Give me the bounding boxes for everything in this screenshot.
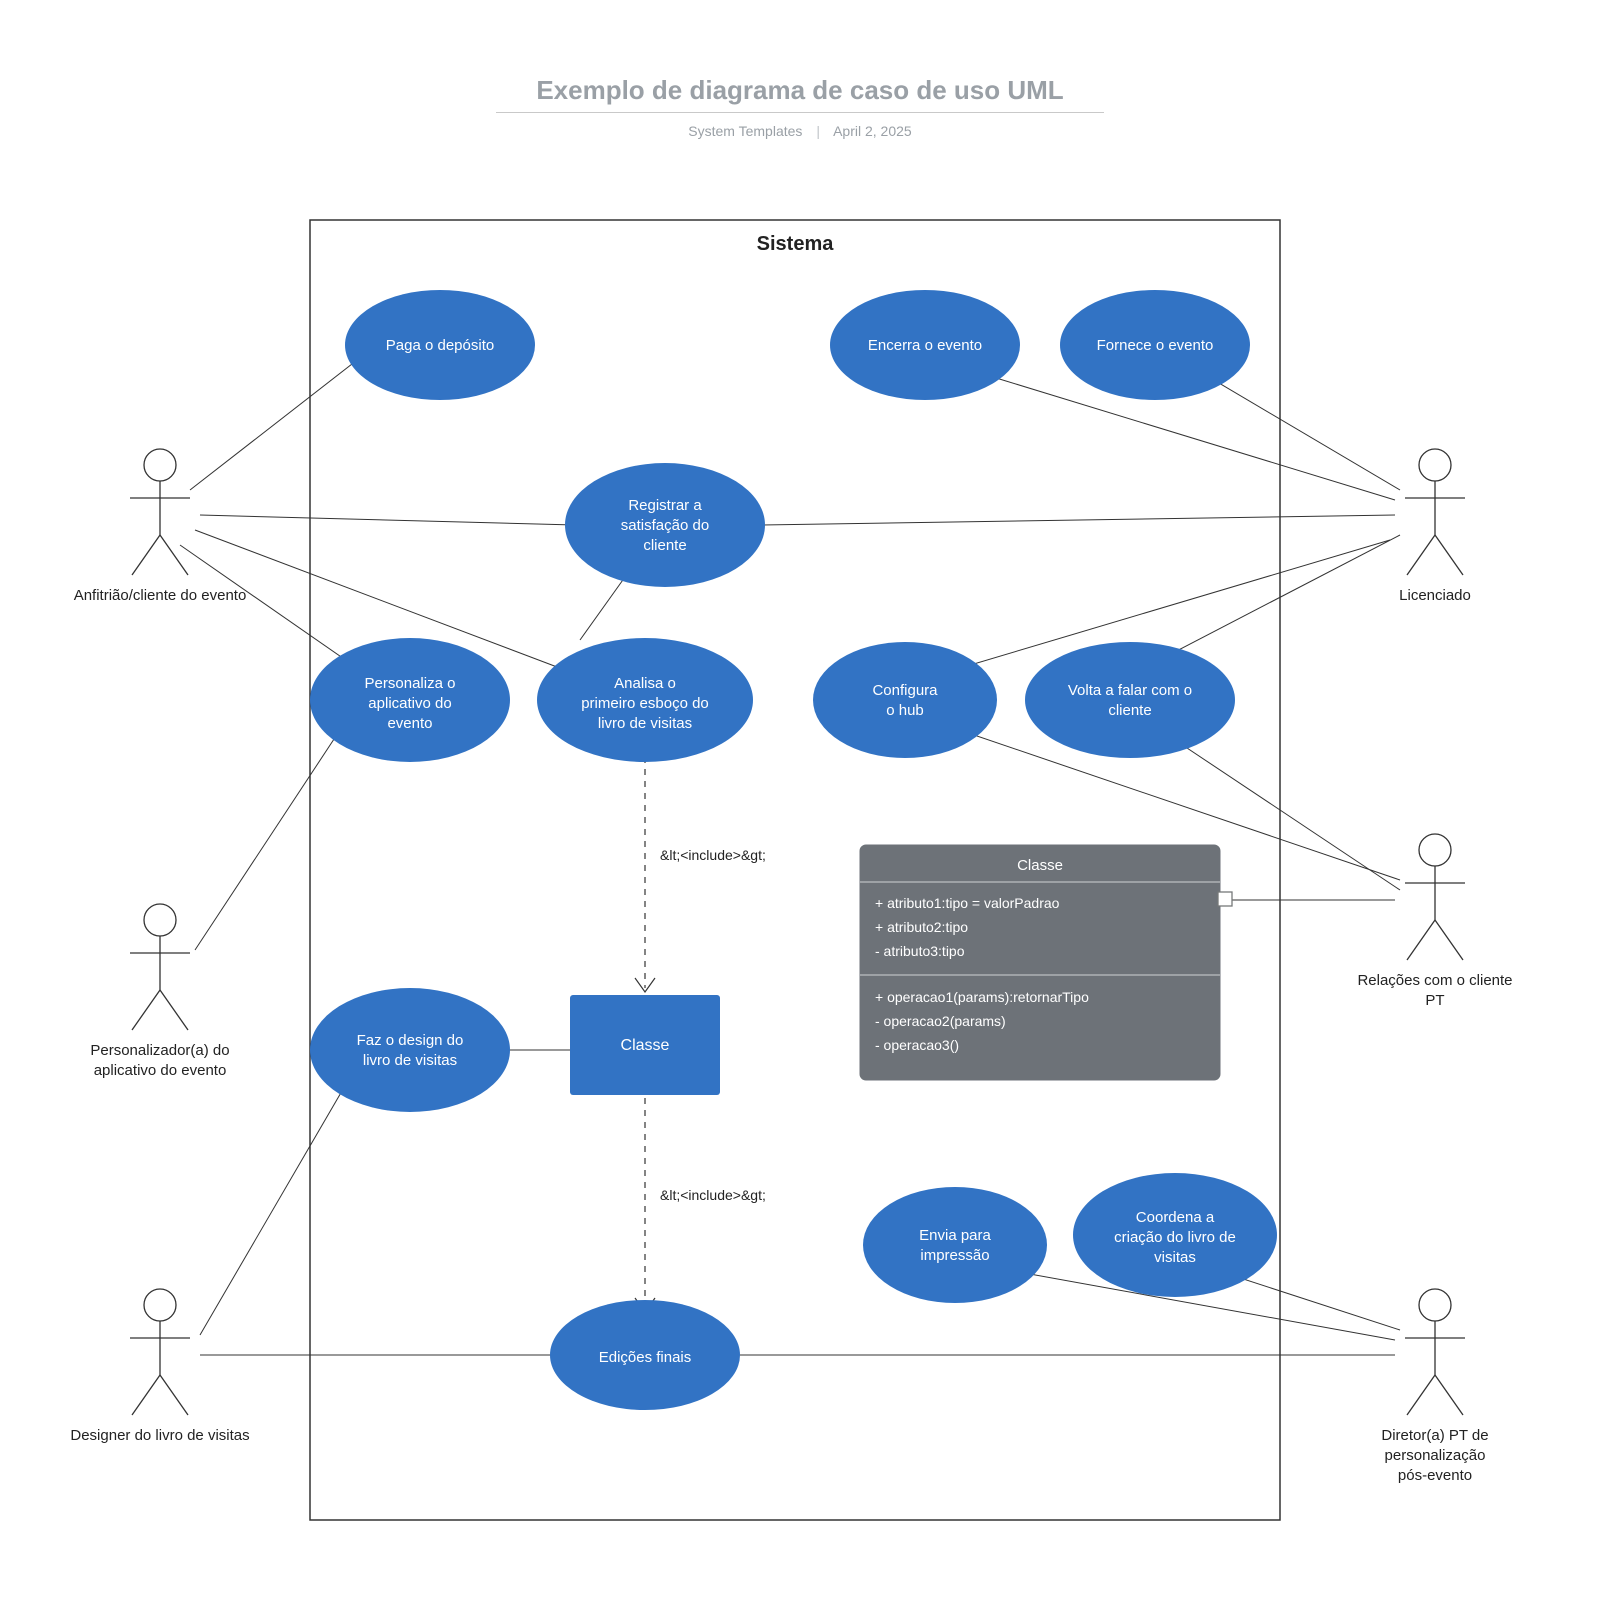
usecase-register-satisfaction[interactable]: Registrar asatisfação docliente: [565, 463, 765, 587]
diagram-canvas: Sistema: [100, 180, 1500, 1560]
separator: |: [816, 123, 820, 139]
diagram-date: April 2, 2025: [833, 123, 912, 139]
svg-text:Designer do livro de visitas: Designer do livro de visitas: [70, 1427, 249, 1444]
diagram-title: Exemplo de diagrama de caso de uso UML: [496, 75, 1103, 113]
usecase-final-editions[interactable]: Edições finais: [550, 1300, 740, 1410]
svg-text:Anfitrião/cliente do evento: Anfitrião/cliente do evento: [74, 587, 247, 604]
usecase-pay-deposit[interactable]: Paga o depósito: [345, 290, 535, 400]
svg-text:Fornece o evento: Fornece o evento: [1097, 337, 1214, 354]
class-detail-box[interactable]: Classe + atributo1:tipo = valorPadrao + …: [860, 845, 1232, 1080]
svg-text:Encerra o evento: Encerra o evento: [868, 337, 982, 354]
svg-text:PT: PT: [1425, 992, 1444, 1009]
usecase-send-print[interactable]: Envia paraimpressão: [863, 1187, 1047, 1303]
svg-text:+ atributo2:tipo: + atributo2:tipo: [875, 919, 968, 935]
diagram-subhead: System Templates | April 2, 2025: [0, 123, 1600, 139]
svg-text:+ operacao1(params):retornarTi: + operacao1(params):retornarTipo: [875, 989, 1089, 1005]
usecase-provide-event[interactable]: Fornece o evento: [1060, 290, 1250, 400]
svg-text:- operacao2(params): - operacao2(params): [875, 1013, 1006, 1029]
assoc-lic-register: [760, 515, 1395, 525]
svg-text:- operacao3(): - operacao3(): [875, 1037, 959, 1053]
svg-text:pós-evento: pós-evento: [1398, 1467, 1472, 1484]
svg-text:Licenciado: Licenciado: [1399, 587, 1471, 604]
svg-text:aplicativo do evento: aplicativo do evento: [94, 1062, 227, 1079]
include-label-1: &lt;<include>&gt;: [660, 847, 766, 863]
actor-relations[interactable]: Relações com o cliente PT: [1357, 834, 1512, 1009]
usecase-configure-hub[interactable]: Configurao hub: [813, 642, 997, 758]
usecase-talk-again[interactable]: Volta a falar com ocliente: [1025, 642, 1235, 758]
assoc-host-register: [200, 515, 575, 525]
actor-host[interactable]: Anfitrião/cliente do evento: [74, 449, 247, 604]
usecase-personalize-app[interactable]: Personaliza oaplicativo doevento: [310, 638, 510, 762]
usecase-analyze-draft[interactable]: Analisa oprimeiro esboço dolivro de visi…: [537, 638, 753, 762]
assoc-des-design: [200, 1060, 360, 1335]
assoc-host-deposit: [190, 350, 370, 490]
svg-text:Personalizador(a) do: Personalizador(a) do: [90, 1042, 229, 1059]
actor-licensee[interactable]: Licenciado: [1399, 449, 1471, 604]
svg-text:Classe: Classe: [1017, 857, 1063, 874]
svg-text:- atributo3:tipo: - atributo3:tipo: [875, 943, 965, 959]
usecase-close-event[interactable]: Encerra o evento: [830, 290, 1020, 400]
svg-text:personalização: personalização: [1385, 1447, 1486, 1464]
svg-text:Relações com o cliente: Relações com o cliente: [1357, 972, 1512, 989]
diagram-author: System Templates: [688, 123, 802, 139]
svg-text:Classe: Classe: [621, 1037, 670, 1054]
svg-text:Diretor(a) PT de: Diretor(a) PT de: [1381, 1427, 1488, 1444]
assoc-pers-personalize: [195, 730, 340, 950]
actor-personalizer[interactable]: Personalizador(a) do aplicativo do event…: [90, 904, 229, 1079]
diagram-header: Exemplo de diagrama de caso de uso UML S…: [0, 75, 1600, 139]
svg-text:Paga o depósito: Paga o depósito: [386, 337, 494, 354]
actor-director[interactable]: Diretor(a) PT de personalização pós-even…: [1381, 1289, 1488, 1484]
svg-text:+ atributo1:tipo = valorPadrao: + atributo1:tipo = valorPadrao: [875, 895, 1060, 911]
class-rect[interactable]: Classe: [570, 995, 720, 1095]
assoc-host-personalize: [180, 545, 360, 670]
system-label: Sistema: [757, 233, 835, 255]
actor-designer[interactable]: Designer do livro de visitas: [70, 1289, 249, 1444]
include-label-2: &lt;<include>&gt;: [660, 1187, 766, 1203]
usecase-design-guestbook[interactable]: Faz o design dolivro de visitas: [310, 988, 510, 1112]
usecase-coordinate-book[interactable]: Coordena acriação do livro devisitas: [1073, 1173, 1277, 1297]
svg-text:Edições finais: Edições finais: [599, 1349, 692, 1366]
